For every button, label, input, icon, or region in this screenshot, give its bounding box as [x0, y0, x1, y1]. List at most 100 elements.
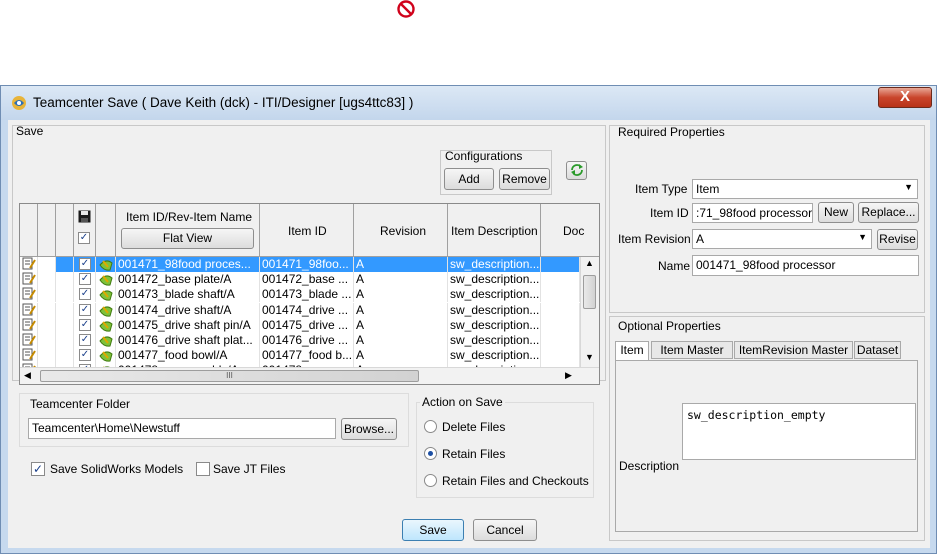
- table-horizontal-scrollbar[interactable]: ◀ III ▶: [20, 367, 599, 384]
- refresh-button[interactable]: [566, 161, 587, 180]
- scroll-down-arrow-icon[interactable]: ▼: [585, 352, 594, 362]
- browse-button[interactable]: Browse...: [341, 418, 397, 440]
- save-solidworks-label: Save SolidWorks Models: [50, 462, 184, 476]
- teamcenter-folder-input[interactable]: Teamcenter\Home\Newstuff: [28, 418, 336, 439]
- row-save-checkbox[interactable]: ✓: [79, 258, 91, 270]
- table-row[interactable]: ✓ 001473_blade shaft/A 001473_blade ... Asw…: [20, 287, 580, 303]
- row-item-name: 001473_blade shaft/A: [116, 287, 260, 303]
- row-item-id: 001471_98foo...: [260, 257, 354, 272]
- row-revision: A: [354, 333, 448, 348]
- dropdown-arrow-icon: ▼: [904, 182, 913, 192]
- select-all-checkbox[interactable]: ✓: [78, 232, 90, 244]
- edit-document-icon[interactable]: [20, 317, 38, 333]
- tab-dataset[interactable]: Dataset: [854, 341, 901, 359]
- item-revision-label: Item Revision: [618, 232, 691, 246]
- scroll-right-arrow-icon[interactable]: ▶: [565, 370, 572, 381]
- header-item-id[interactable]: Item ID: [260, 204, 354, 257]
- row-save-cell: ✓: [74, 317, 96, 333]
- item-revision-icon: [96, 272, 116, 288]
- revise-button[interactable]: Revise: [877, 229, 918, 250]
- header-col-type: [96, 204, 116, 257]
- row-item-id: 001472_base ...: [260, 272, 354, 288]
- edit-document-icon[interactable]: [20, 302, 38, 318]
- remove-configuration-button[interactable]: Remove: [499, 168, 550, 190]
- table-row[interactable]: ✓ 001474_drive shaft/A 001474_drive ... Asw…: [20, 302, 580, 318]
- row-revision: A: [354, 287, 448, 303]
- replace-button[interactable]: Replace...: [858, 202, 919, 223]
- scroll-left-arrow-icon[interactable]: ◀: [24, 370, 31, 381]
- new-button[interactable]: New: [818, 202, 854, 223]
- row-save-checkbox[interactable]: ✓: [79, 273, 91, 286]
- header-item-id-rev[interactable]: Item ID/Rev-Item Name Flat View: [116, 204, 260, 257]
- header-col-save: ✓: [74, 204, 96, 257]
- row-save-checkbox[interactable]: ✓: [79, 349, 91, 362]
- row-save-checkbox[interactable]: ✓: [79, 288, 91, 301]
- edit-document-icon[interactable]: [20, 333, 38, 348]
- vertical-scroll-thumb[interactable]: [583, 275, 596, 309]
- row-blank-cell: [56, 287, 74, 303]
- row-doc: [541, 333, 580, 348]
- name-input[interactable]: 001471_98food processor: [692, 255, 919, 276]
- item-revision-icon: [96, 317, 116, 333]
- save-jt-checkbox[interactable]: [196, 462, 210, 476]
- tab-item-master[interactable]: Item Master: [651, 341, 733, 359]
- flat-view-button[interactable]: Flat View: [121, 228, 254, 249]
- retain-files-radio[interactable]: [424, 447, 437, 460]
- edit-document-icon[interactable]: [20, 348, 38, 364]
- row-doc: [541, 348, 580, 364]
- header-col-blank2: [56, 204, 74, 257]
- optional-properties-tabs: Item Item Master ItemRevision Master Dat…: [615, 341, 901, 361]
- row-blank-cell: [56, 302, 74, 318]
- row-item-name: 001476_drive shaft plat...: [116, 333, 260, 348]
- item-revision-select[interactable]: A ▼: [692, 229, 872, 249]
- horizontal-scroll-thumb[interactable]: III: [40, 370, 419, 382]
- header-revision[interactable]: Revision: [354, 204, 448, 257]
- dialog-body: Save Configurations Add Remove ✓ Item ID…: [8, 120, 930, 548]
- item-revision-icon: [96, 348, 116, 364]
- table-vertical-scrollbar[interactable]: ▲ ▼: [580, 257, 599, 367]
- save-button[interactable]: Save: [402, 519, 464, 541]
- header-doc[interactable]: Doc: [541, 204, 599, 257]
- row-revision: A: [354, 302, 448, 318]
- delete-files-radio[interactable]: [424, 420, 437, 433]
- description-textarea[interactable]: sw_description_empty: [682, 403, 916, 460]
- table-row[interactable]: ✓ 001475_drive shaft pin/A 001475_drive ..…: [20, 317, 580, 333]
- retain-files-checkouts-radio[interactable]: [424, 474, 437, 487]
- optional-properties-label: Optional Properties: [618, 319, 721, 333]
- edit-document-icon[interactable]: [20, 287, 38, 303]
- save-solidworks-checkbox[interactable]: ✓: [31, 462, 45, 476]
- tab-itemrevision-master[interactable]: ItemRevision Master: [734, 341, 853, 359]
- add-configuration-button[interactable]: Add: [444, 168, 494, 190]
- table-row[interactable]: ✓ 001477_food bowl/A 001477_food b... Asw_d…: [20, 348, 580, 364]
- edit-document-icon[interactable]: [20, 272, 38, 288]
- table-row[interactable]: ✓ 001472_base plate/A 001472_base ... Asw_d…: [20, 272, 580, 288]
- row-save-checkbox[interactable]: ✓: [79, 318, 91, 331]
- edit-document-icon[interactable]: [20, 257, 38, 272]
- header-item-description[interactable]: Item Description: [448, 204, 541, 257]
- item-id-input[interactable]: :71_98food processor: [692, 203, 813, 223]
- cancel-button[interactable]: Cancel: [473, 519, 537, 541]
- row-save-checkbox[interactable]: ✓: [79, 334, 91, 346]
- header-item-description-label: Item Description: [451, 224, 538, 238]
- row-blank-cell: [38, 272, 56, 288]
- row-save-cell: ✓: [74, 348, 96, 364]
- row-save-cell: ✓: [74, 302, 96, 318]
- row-blank-cell: [38, 302, 56, 318]
- row-description: sw_description...: [450, 317, 541, 333]
- title-bar[interactable]: Teamcenter Save ( Dave Keith (dck) - ITI…: [1, 86, 936, 120]
- row-item-id: 001473_blade ...: [260, 287, 354, 303]
- refresh-icon: [570, 164, 583, 176]
- row-description: sw_description...: [450, 333, 541, 348]
- scroll-up-arrow-icon[interactable]: ▲: [585, 258, 594, 268]
- row-revision: A: [354, 348, 448, 364]
- row-save-cell: ✓: [74, 333, 96, 348]
- delete-files-label: Delete Files: [442, 420, 506, 434]
- row-save-checkbox[interactable]: ✓: [79, 303, 91, 316]
- table-row[interactable]: ✓ 001471_98food proces... 001471_98foo... A…: [20, 257, 580, 272]
- close-button[interactable]: X: [878, 87, 932, 108]
- tab-item[interactable]: Item: [615, 341, 649, 360]
- row-blank-cell: [38, 348, 56, 364]
- item-type-select[interactable]: Item ▼: [692, 179, 918, 199]
- row-save-cell: ✓: [74, 257, 96, 272]
- table-row[interactable]: ✓ 001476_drive shaft plat... 001476_drive …: [20, 333, 580, 348]
